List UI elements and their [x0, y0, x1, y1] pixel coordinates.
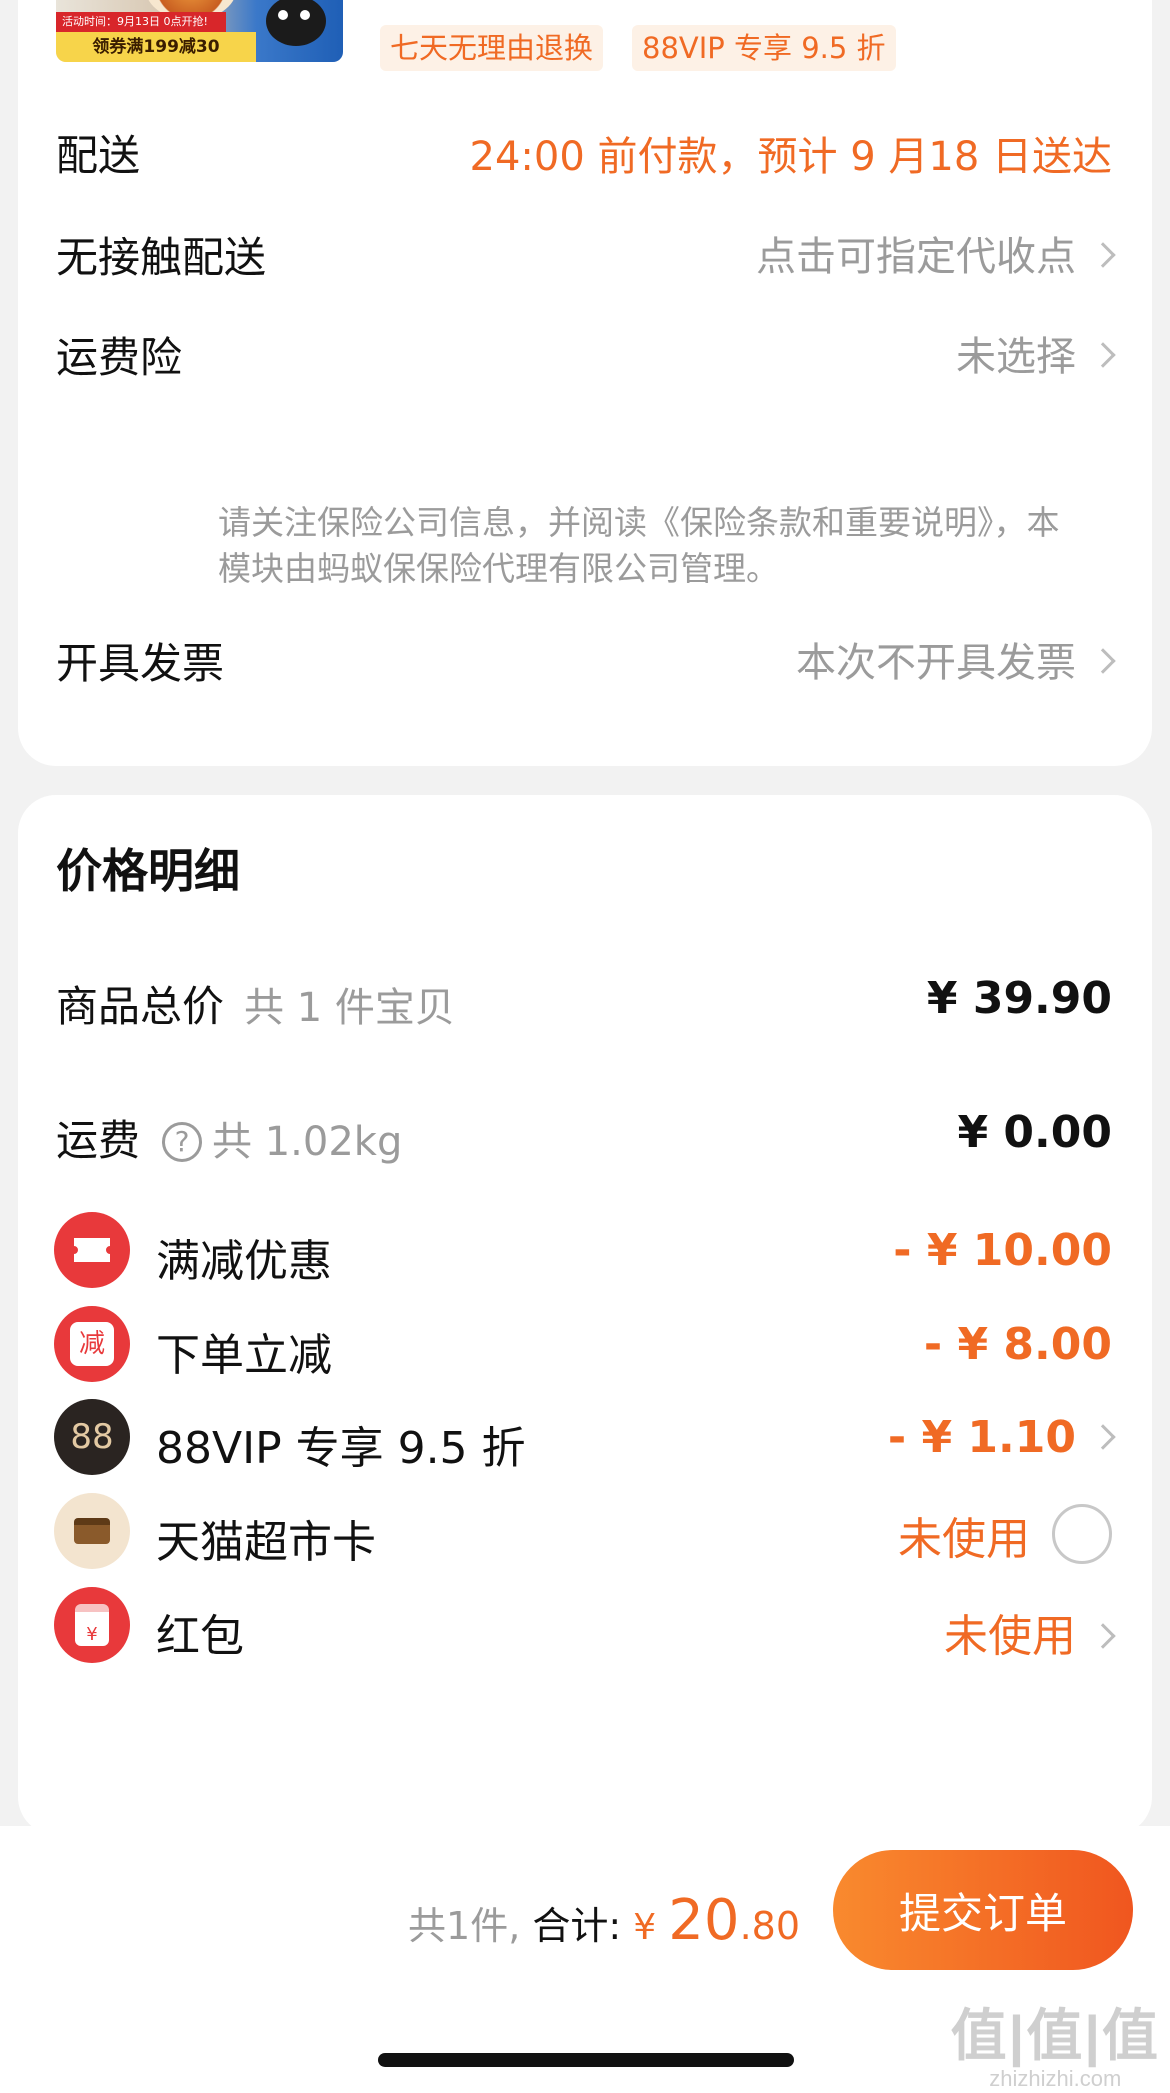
full-reduction-value: - ¥ 10.00 — [893, 1225, 1112, 1276]
help-icon[interactable]: ? — [162, 1122, 203, 1162]
vip88-icon: 88 — [54, 1399, 130, 1475]
price-detail-card: 价格明细 商品总价共 1 件宝贝 ¥ 39.90 运费? 共 1.02kg ¥ 0… — [18, 795, 1152, 1835]
tag-seven-day-return: 七天无理由退换 — [380, 25, 604, 71]
red-packet-value-wrap: 未使用 — [944, 1600, 1116, 1664]
watermark-logo-text: 值|值|值 — [950, 2004, 1160, 2067]
total-integer: 20 — [668, 1888, 740, 1953]
delivery-label: 配送 — [56, 131, 141, 180]
red-packet-value: 未使用 — [944, 1611, 1076, 1662]
ticket-icon — [54, 1212, 130, 1288]
contactless-row[interactable]: 点击可指定代收点 — [756, 224, 1116, 282]
contactless-value: 点击可指定代收点 — [756, 234, 1076, 280]
shipping-weight: 共 1.02kg — [212, 1119, 403, 1165]
goods-count: 共 1 件宝贝 — [244, 985, 455, 1031]
vip88-label: 88VIP 专享 9.5 折 — [156, 1423, 526, 1474]
total-currency: ¥ — [633, 1907, 657, 1948]
item-count: 共1件, — [408, 1904, 521, 1948]
watermark-url: zhizhizhi.com — [989, 2066, 1122, 2091]
order-options-card: 活动时间：9月13日 0点开抢! 领券满199减30 七天无理由退换 88VIP… — [18, 0, 1152, 766]
supermarket-card-value: 未使用 — [898, 1514, 1030, 1565]
shipping-insurance-label: 运费险 — [56, 333, 183, 382]
invoice-row[interactable]: 本次不开具发票 — [796, 630, 1116, 688]
supermarket-card-value-wrap: 未使用 — [898, 1499, 1112, 1568]
goods-total-text: 商品总价 — [56, 982, 225, 1031]
shipping-fee-label: 运费? 共 1.02kg — [56, 1107, 402, 1168]
supermarket-card-radio[interactable] — [1052, 1504, 1112, 1564]
invoice-value: 本次不开具发票 — [796, 640, 1076, 686]
vip88-value-wrap: - ¥ 1.10 — [887, 1412, 1116, 1463]
jian-icon: 减 — [54, 1306, 130, 1382]
submit-order-button[interactable]: 提交订单 — [833, 1850, 1133, 1970]
redpacket-badge-text: ¥ — [75, 1604, 109, 1646]
order-total-summary: 共1件, 合计: ¥ 20.80 — [408, 1888, 800, 1953]
tmall-cat-mascot-icon — [266, 0, 326, 46]
shipping-fee-value: ¥ 0.00 — [957, 1107, 1113, 1158]
full-reduction-label: 满减优惠 — [156, 1236, 332, 1287]
vip88-value: - ¥ 1.10 — [887, 1412, 1076, 1463]
tag-88vip-discount: 88VIP 专享 9.5 折 — [632, 25, 896, 71]
chevron-right-icon — [1090, 1424, 1116, 1450]
supermarket-card-label: 天猫超市卡 — [156, 1517, 376, 1568]
redpacket-icon: ¥ — [54, 1587, 130, 1663]
contactless-label: 无接触配送 — [56, 233, 267, 282]
total-decimal: .80 — [739, 1904, 800, 1948]
red-packet-label: 红包 — [156, 1611, 244, 1662]
chevron-right-icon — [1090, 1623, 1116, 1649]
shipping-insurance-value: 未选择 — [956, 334, 1076, 380]
card-icon — [54, 1493, 130, 1569]
shipping-fee-text: 运费 — [56, 1116, 141, 1165]
goods-total-value: ¥ 39.90 — [926, 973, 1112, 1024]
shipping-insurance-row[interactable]: 未选择 — [956, 324, 1116, 382]
delivery-estimate: 24:00 前付款，预计 9 月18 日送达 — [469, 134, 1112, 180]
price-detail-title: 价格明细 — [56, 844, 240, 898]
goods-total-label: 商品总价共 1 件宝贝 — [56, 973, 455, 1034]
invoice-label: 开具发票 — [56, 639, 225, 688]
total-label: 合计: — [532, 1904, 622, 1948]
thumb-event-time: 活动时间：9月13日 0点开抢! — [56, 12, 226, 32]
chevron-right-icon — [1090, 242, 1116, 268]
checkout-bar: 共1件, 合计: ¥ 20.80 提交订单 值|值|值 zhizhizhi.co… — [0, 1826, 1170, 2093]
order-reduction-label: 下单立减 — [156, 1330, 332, 1381]
insurance-note: 请关注保险公司信息，并阅读《保险条款和重要说明》，本模块由蚂蚁保保险代理有限公司… — [218, 503, 1060, 588]
thumb-coupon-text: 领券满199减30 — [56, 32, 256, 62]
home-indicator[interactable] — [378, 2053, 794, 2067]
chevron-right-icon — [1090, 342, 1116, 368]
jian-badge-text: 减 — [70, 1322, 114, 1366]
site-watermark: 值|值|值 zhizhizhi.com — [951, 2006, 1160, 2092]
product-thumbnail[interactable]: 活动时间：9月13日 0点开抢! 领券满199减30 — [56, 0, 343, 62]
order-reduction-value: - ¥ 8.00 — [923, 1319, 1112, 1370]
chevron-right-icon — [1090, 648, 1116, 674]
